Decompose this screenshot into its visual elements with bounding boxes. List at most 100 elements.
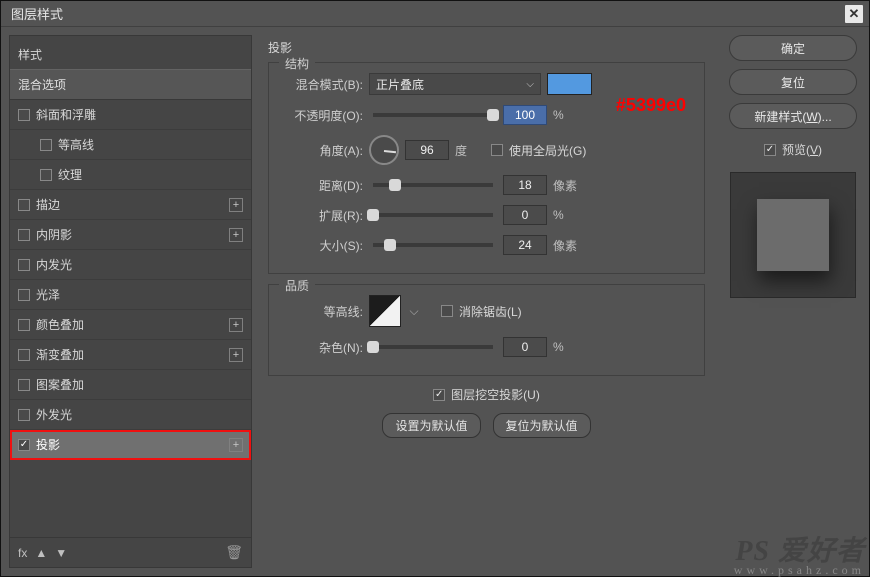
label: 等高线: [58, 136, 94, 153]
close-button[interactable]: ✕: [845, 5, 863, 23]
checkbox[interactable]: [18, 199, 30, 211]
sidebar-item-drop-shadow[interactable]: ✓ 投影 +: [10, 430, 251, 460]
chevron-down-icon: ⌵: [526, 79, 534, 90]
blending-options[interactable]: 混合选项: [10, 69, 251, 100]
sidebar-item-satin[interactable]: 光泽: [10, 280, 251, 310]
add-icon[interactable]: +: [229, 318, 243, 332]
titlebar: 图层样式 ✕: [1, 1, 869, 27]
global-light-checkbox[interactable]: [491, 144, 503, 156]
angle-input[interactable]: 96: [405, 140, 449, 160]
move-down-icon[interactable]: ▼: [55, 546, 67, 560]
group-legend: 品质: [279, 277, 315, 294]
checkbox[interactable]: [18, 289, 30, 301]
drop-shadow-panel: 投影 结构 混合模式(B): 正片叠底 ⌵ #5399e0 不透明度(O):: [258, 35, 715, 568]
angle-dial[interactable]: [369, 135, 399, 165]
watermark: PS 爱好者 www.psahz.com: [734, 529, 865, 578]
spread-slider[interactable]: [373, 213, 493, 217]
move-up-icon[interactable]: ▲: [35, 546, 47, 560]
knockout-checkbox[interactable]: [433, 389, 445, 401]
add-icon[interactable]: +: [229, 228, 243, 242]
distance-slider[interactable]: [373, 183, 493, 187]
label: 内阴影: [36, 226, 72, 243]
antialias-label: 消除锯齿(L): [459, 303, 522, 320]
new-style-button[interactable]: 新建样式(W)...: [729, 103, 857, 129]
checkbox[interactable]: ✓: [18, 439, 30, 451]
right-column: 确定 复位 新建样式(W)... 预览(V): [725, 35, 861, 568]
checkbox[interactable]: [40, 169, 52, 181]
panel-title: 投影: [268, 39, 705, 56]
spread-label: 扩展(R):: [281, 207, 363, 224]
trash-icon[interactable]: 🗑: [225, 544, 243, 561]
global-light-label: 使用全局光(G): [509, 142, 586, 159]
shadow-color-swatch[interactable]: [547, 73, 592, 95]
checkbox[interactable]: [18, 409, 30, 421]
sidebar-item-inner-glow[interactable]: 内发光: [10, 250, 251, 280]
sidebar-item-stroke[interactable]: 描边 +: [10, 190, 251, 220]
label: 纹理: [58, 166, 82, 183]
sidebar-item-gradient-overlay[interactable]: 渐变叠加 +: [10, 340, 251, 370]
sidebar-item-bevel[interactable]: 斜面和浮雕: [10, 100, 251, 130]
checkbox[interactable]: [18, 259, 30, 271]
make-default-button[interactable]: 设置为默认值: [382, 413, 480, 438]
unit: %: [553, 340, 583, 354]
opacity-slider[interactable]: [373, 113, 493, 117]
distance-input[interactable]: 18: [503, 175, 547, 195]
size-slider[interactable]: [373, 243, 493, 247]
cancel-button[interactable]: 复位: [729, 69, 857, 95]
unit: 度: [455, 142, 485, 159]
window-title: 图层样式: [11, 4, 63, 23]
quality-group: 品质 等高线: ⌵ 消除锯齿(L) 杂色(N): 0 %: [268, 284, 705, 376]
unit: %: [553, 108, 583, 122]
contour-label: 等高线:: [281, 303, 363, 320]
size-input[interactable]: 24: [503, 235, 547, 255]
preview-checkbox[interactable]: [764, 144, 776, 156]
sidebar-header: 样式: [10, 36, 251, 69]
noise-input[interactable]: 0: [503, 337, 547, 357]
sidebar-item-color-overlay[interactable]: 颜色叠加 +: [10, 310, 251, 340]
checkbox[interactable]: [18, 229, 30, 241]
label: 光泽: [36, 286, 60, 303]
knockout-label: 图层挖空投影(U): [451, 386, 540, 403]
distance-label: 距离(D):: [281, 177, 363, 194]
blend-mode-label: 混合模式(B):: [281, 76, 363, 93]
add-icon[interactable]: +: [229, 198, 243, 212]
layer-style-dialog: 图层样式 ✕ 样式 混合选项 斜面和浮雕 等高线 纹理 描边 +: [0, 0, 870, 577]
hex-annotation: #5399e0: [616, 95, 686, 116]
antialias-checkbox[interactable]: [441, 305, 453, 317]
checkbox[interactable]: [18, 349, 30, 361]
ok-button[interactable]: 确定: [729, 35, 857, 61]
sidebar-item-texture[interactable]: 纹理: [10, 160, 251, 190]
noise-slider[interactable]: [373, 345, 493, 349]
unit: 像素: [553, 177, 583, 194]
sidebar-item-contour[interactable]: 等高线: [10, 130, 251, 160]
spread-input[interactable]: 0: [503, 205, 547, 225]
group-legend: 结构: [279, 55, 315, 72]
label: 内发光: [36, 256, 72, 273]
checkbox[interactable]: [18, 319, 30, 331]
unit: %: [553, 208, 583, 222]
reset-default-button[interactable]: 复位为默认值: [493, 413, 591, 438]
angle-label: 角度(A):: [281, 142, 363, 159]
sidebar-item-pattern-overlay[interactable]: 图案叠加: [10, 370, 251, 400]
chevron-down-icon[interactable]: ⌵: [407, 304, 421, 319]
label: 颜色叠加: [36, 316, 84, 333]
noise-label: 杂色(N):: [281, 339, 363, 356]
opacity-input[interactable]: 100: [503, 105, 547, 125]
opacity-label: 不透明度(O):: [281, 107, 363, 124]
checkbox[interactable]: [40, 139, 52, 151]
sidebar-footer: fx ▲ ▼ 🗑: [10, 537, 251, 567]
blend-mode-select[interactable]: 正片叠底 ⌵: [369, 73, 541, 95]
checkbox[interactable]: [18, 109, 30, 121]
label: 斜面和浮雕: [36, 106, 96, 123]
contour-picker[interactable]: [369, 295, 401, 327]
size-label: 大小(S):: [281, 237, 363, 254]
checkbox[interactable]: [18, 379, 30, 391]
styles-sidebar: 样式 混合选项 斜面和浮雕 等高线 纹理 描边 + 内阴影: [9, 35, 252, 568]
add-icon[interactable]: +: [229, 348, 243, 362]
fx-menu-button[interactable]: fx: [18, 546, 27, 560]
label: 图案叠加: [36, 376, 84, 393]
sidebar-item-inner-shadow[interactable]: 内阴影 +: [10, 220, 251, 250]
add-icon[interactable]: +: [229, 438, 243, 452]
sidebar-item-outer-glow[interactable]: 外发光: [10, 400, 251, 430]
structure-group: 结构 混合模式(B): 正片叠底 ⌵ #5399e0 不透明度(O): 100: [268, 62, 705, 274]
